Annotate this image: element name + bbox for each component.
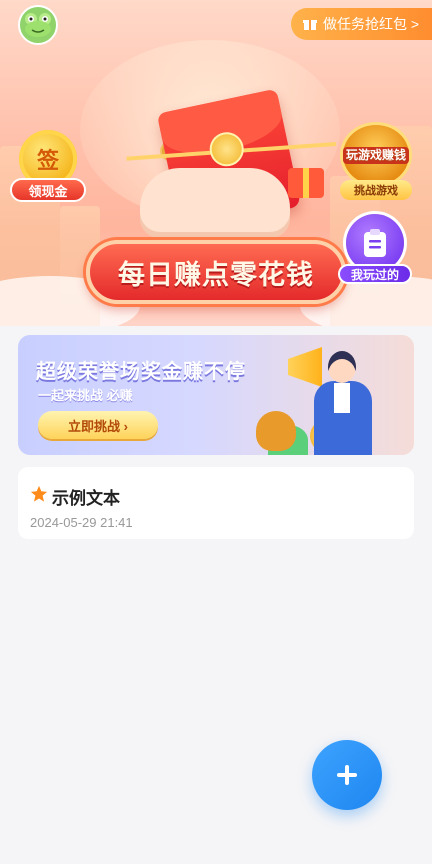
hero-title: 每日赚点零花钱 [86, 240, 346, 304]
star-icon [30, 485, 48, 502]
item-title: 示例文本 [52, 489, 120, 508]
add-button[interactable] [312, 740, 382, 810]
task-button-label: 做任务抢红包 > [323, 16, 420, 32]
gift-box-icon [288, 168, 324, 198]
gift-icon [303, 20, 317, 30]
challenge-now-button[interactable]: 立即挑战 › [38, 411, 158, 439]
character-shirt [334, 383, 350, 413]
plus-icon [337, 765, 357, 785]
challenge-game-label: 挑战游戏 [340, 180, 412, 200]
game-badge-text: 玩游戏赚钱 [343, 146, 409, 164]
my-played-label: 我玩过的 [338, 264, 412, 284]
challenge-game-button[interactable]: 玩游戏赚钱 挑战游戏 [334, 122, 418, 204]
list-item[interactable]: 示例文本 2024-05-29 21:41 [18, 467, 414, 539]
game-badge-icon: 玩游戏赚钱 [340, 122, 412, 188]
sign-in-label: 领现金 [10, 178, 86, 202]
frog-avatar-icon [25, 13, 51, 37]
promo-banner[interactable]: 超级荣誉场奖金赚不停 一起来挑战 必赚 立即挑战 › [18, 335, 414, 455]
my-played-button[interactable]: 我玩过的 [338, 214, 412, 286]
avatar[interactable] [18, 5, 58, 45]
sign-coin-text: 签 [36, 148, 59, 173]
promo-character-illustration [294, 345, 384, 455]
clipboard-glyph [364, 229, 386, 257]
character-head [328, 351, 356, 383]
money-bag-icon [256, 411, 296, 451]
item-timestamp: 2024-05-29 21:41 [30, 515, 133, 530]
task-red-packet-button[interactable]: 做任务抢红包 > [291, 8, 432, 40]
promo-title: 超级荣誉场奖金赚不停 [36, 361, 246, 383]
promo-subtitle: 一起来挑战 必赚 [38, 388, 133, 403]
sign-in-button[interactable]: 签 领现金 [10, 130, 86, 204]
hands-illustration [140, 168, 290, 238]
